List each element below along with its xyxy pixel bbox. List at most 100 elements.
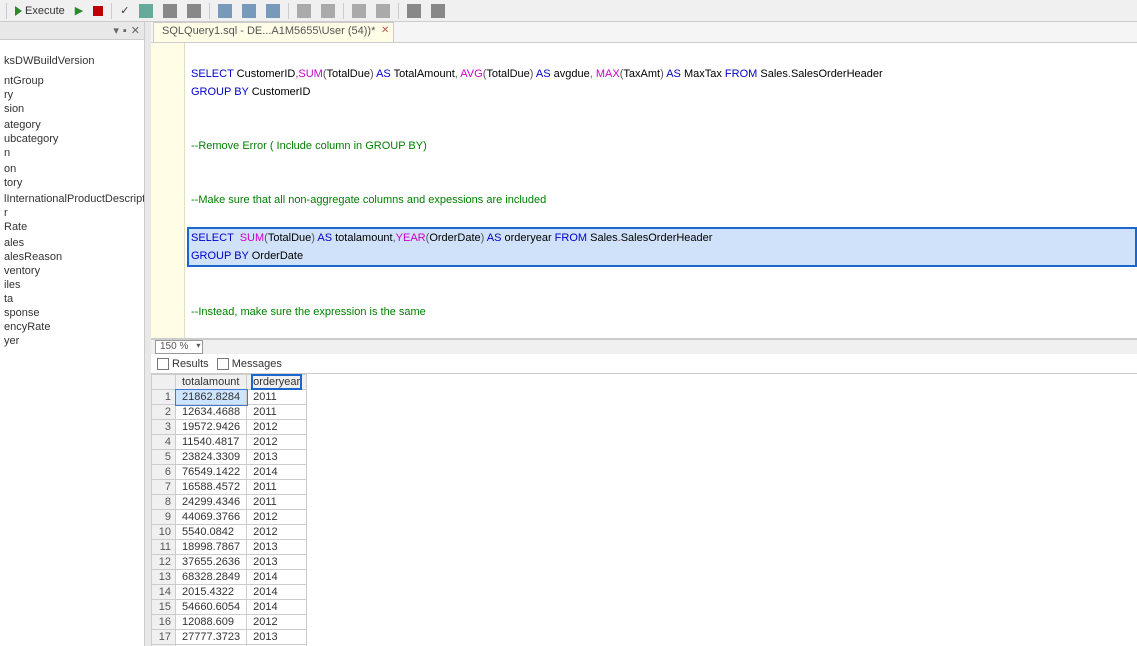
row-number[interactable]: 8 (152, 495, 176, 510)
row-number[interactable]: 15 (152, 600, 176, 615)
tree-item[interactable]: yer (2, 334, 144, 348)
cell-totalamount[interactable]: 54660.6054 (176, 600, 247, 615)
table-row[interactable]: 676549.14222014 (152, 465, 307, 480)
row-number[interactable]: 1 (152, 390, 176, 405)
table-row[interactable]: 1237655.26362013 (152, 555, 307, 570)
tree-item[interactable]: iles (2, 278, 144, 292)
row-number[interactable]: 6 (152, 465, 176, 480)
tree-item[interactable] (2, 348, 144, 350)
results-grid-wrap[interactable]: totalamount orderyear 121862.82842011212… (151, 374, 1137, 646)
tree-item[interactable]: r (2, 206, 144, 220)
row-number[interactable]: 4 (152, 435, 176, 450)
cell-totalamount[interactable]: 12088.609 (176, 615, 247, 630)
stop-button[interactable] (89, 4, 107, 18)
outdent-button[interactable] (372, 2, 394, 20)
tree-item[interactable]: ales (2, 236, 144, 250)
cell-totalamount[interactable]: 19572.9426 (176, 420, 247, 435)
tree-item[interactable]: on (2, 162, 144, 176)
cell-totalamount[interactable]: 44069.3766 (176, 510, 247, 525)
row-number[interactable]: 16 (152, 615, 176, 630)
rownum-header[interactable] (152, 375, 176, 390)
cell-totalamount[interactable]: 24299.4346 (176, 495, 247, 510)
table-row[interactable]: 121862.82842011 (152, 390, 307, 405)
cell-totalamount[interactable]: 16588.4572 (176, 480, 247, 495)
results-tab[interactable]: Results (157, 358, 209, 370)
sql-editor[interactable]: -SELECT CustomerID,SUM(TotalDue) AS Tota… (151, 43, 1137, 339)
table-row[interactable]: 1554660.60542014 (152, 600, 307, 615)
cell-orderyear[interactable]: 2013 (247, 540, 307, 555)
tree-item[interactable]: n (2, 146, 144, 160)
table-row[interactable]: 1368328.28492014 (152, 570, 307, 585)
tree-item[interactable]: ategory (2, 118, 144, 132)
tree-item[interactable]: ventory (2, 264, 144, 278)
cell-totalamount[interactable]: 11540.4817 (176, 435, 247, 450)
table-row[interactable]: 1118998.78672013 (152, 540, 307, 555)
toolbar-btn-a[interactable] (403, 2, 425, 20)
table-row[interactable]: 142015.43222014 (152, 585, 307, 600)
cell-orderyear[interactable]: 2013 (247, 450, 307, 465)
tree-item[interactable]: ntGroup (2, 74, 144, 88)
cell-orderyear[interactable]: 2011 (247, 480, 307, 495)
cell-orderyear[interactable]: 2014 (247, 465, 307, 480)
row-number[interactable]: 13 (152, 570, 176, 585)
tree-item[interactable]: Rate (2, 220, 144, 234)
row-number[interactable]: 2 (152, 405, 176, 420)
table-row[interactable]: 824299.43462011 (152, 495, 307, 510)
parse-button[interactable]: ✓ (116, 2, 133, 19)
debug-button[interactable]: ▶ (71, 2, 87, 19)
toolbar-btn-1[interactable] (135, 2, 157, 20)
table-row[interactable]: 944069.37662012 (152, 510, 307, 525)
cell-orderyear[interactable]: 2012 (247, 510, 307, 525)
tab-close-icon[interactable]: ✕ (381, 25, 389, 36)
cell-orderyear[interactable]: 2012 (247, 435, 307, 450)
tree-item[interactable]: tory (2, 176, 144, 190)
zoom-dropdown[interactable]: 150 % (155, 340, 203, 354)
toolbar-btn-b[interactable] (427, 2, 449, 20)
table-row[interactable]: 716588.45722011 (152, 480, 307, 495)
cell-totalamount[interactable]: 5540.0842 (176, 525, 247, 540)
cell-totalamount[interactable]: 27777.3723 (176, 630, 247, 645)
table-row[interactable]: 105540.08422012 (152, 525, 307, 540)
tree-item[interactable]: ry (2, 88, 144, 102)
object-tree[interactable]: ksDWBuildVersionntGrouprysionategoryubca… (0, 40, 144, 646)
code-area[interactable]: -SELECT CustomerID,SUM(TotalDue) AS Tota… (185, 43, 1137, 338)
document-tab[interactable]: SQLQuery1.sql - DE...A1M5655\User (54))*… (153, 22, 394, 42)
row-number[interactable]: 17 (152, 630, 176, 645)
cell-totalamount[interactable]: 68328.2849 (176, 570, 247, 585)
panel-dropdown-icon[interactable]: ▾ (113, 24, 119, 37)
cell-orderyear[interactable]: 2013 (247, 630, 307, 645)
cell-orderyear[interactable]: 2013 (247, 555, 307, 570)
comment-button[interactable] (293, 2, 315, 20)
row-number[interactable]: 7 (152, 480, 176, 495)
tree-item[interactable]: sponse (2, 306, 144, 320)
cell-orderyear[interactable]: 2014 (247, 570, 307, 585)
row-number[interactable]: 14 (152, 585, 176, 600)
cell-orderyear[interactable]: 2011 (247, 405, 307, 420)
cell-totalamount[interactable]: 12634.4688 (176, 405, 247, 420)
row-number[interactable]: 9 (152, 510, 176, 525)
cell-orderyear[interactable]: 2014 (247, 585, 307, 600)
execute-button[interactable]: Execute (11, 3, 69, 19)
tree-item[interactable]: ksDWBuildVersion (2, 54, 144, 68)
table-row[interactable]: 411540.48172012 (152, 435, 307, 450)
results-file-button[interactable] (262, 2, 284, 20)
cell-totalamount[interactable]: 23824.3309 (176, 450, 247, 465)
row-number[interactable]: 11 (152, 540, 176, 555)
table-row[interactable]: 212634.46882011 (152, 405, 307, 420)
cell-orderyear[interactable]: 2012 (247, 525, 307, 540)
selected-query[interactable]: SELECT SUM(TotalDue) AS totalamount,YEAR… (187, 227, 1137, 267)
table-row[interactable]: 1727777.37232013 (152, 630, 307, 645)
row-number[interactable]: 10 (152, 525, 176, 540)
tree-item[interactable]: encyRate (2, 320, 144, 334)
row-number[interactable]: 3 (152, 420, 176, 435)
row-number[interactable]: 12 (152, 555, 176, 570)
cell-orderyear[interactable]: 2014 (247, 600, 307, 615)
toolbar-btn-2[interactable] (159, 2, 181, 20)
toolbar-btn-3[interactable] (183, 2, 205, 20)
tree-item[interactable]: lInternationalProductDescription (2, 192, 144, 206)
col-orderyear[interactable]: orderyear (247, 375, 307, 390)
results-text-button[interactable] (238, 2, 260, 20)
cell-orderyear[interactable]: 2011 (247, 495, 307, 510)
table-row[interactable]: 1612088.6092012 (152, 615, 307, 630)
cell-orderyear[interactable]: 2012 (247, 615, 307, 630)
